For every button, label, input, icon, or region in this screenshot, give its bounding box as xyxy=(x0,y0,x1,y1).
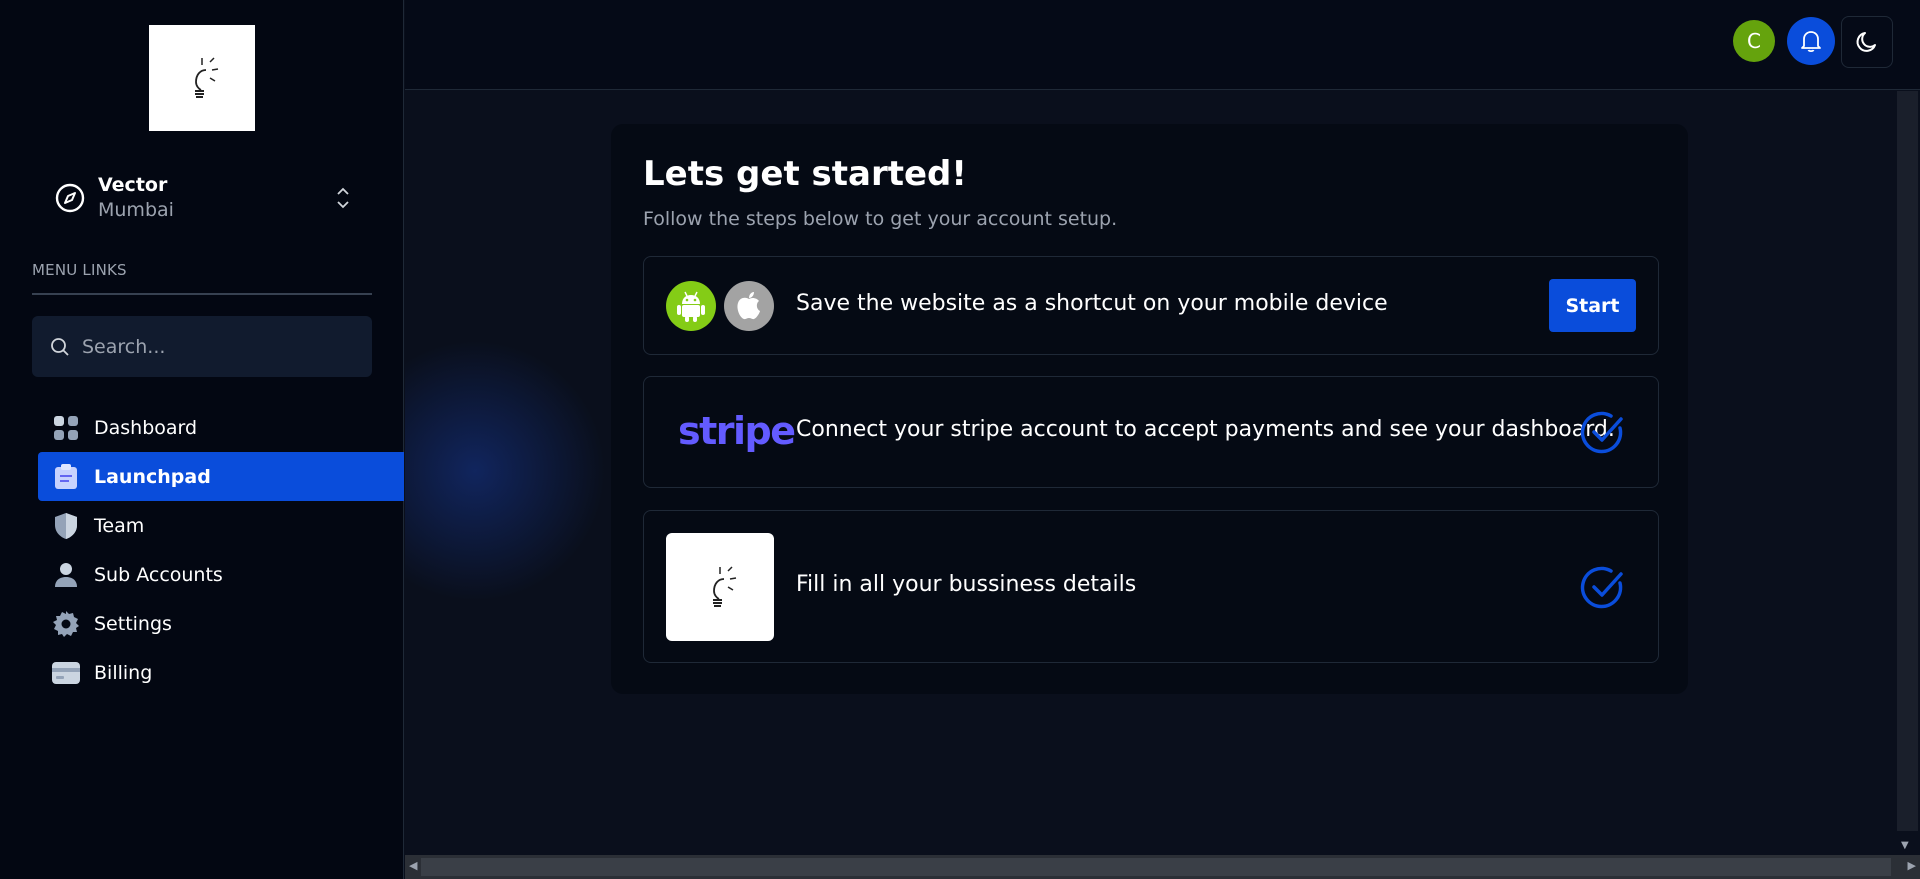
notifications-button[interactable] xyxy=(1787,17,1835,65)
menu-section-title: MENU LINKS xyxy=(32,261,127,279)
clipboard-icon xyxy=(52,463,80,491)
check-circle-icon xyxy=(1580,411,1623,454)
sidebar-item-team[interactable]: Team xyxy=(38,501,404,550)
main-content: Lets get started! Follow the steps below… xyxy=(405,91,1895,855)
sidebar-item-sub-accounts[interactable]: Sub Accounts xyxy=(38,550,404,599)
step-business-details: Fill in all your bussiness details xyxy=(643,510,1659,663)
sidebar-item-settings[interactable]: Settings xyxy=(38,599,404,648)
scroll-down-arrow-icon[interactable]: ▼ xyxy=(1901,840,1909,851)
page-title: Lets get started! xyxy=(643,154,967,194)
page-subtitle: Follow the steps below to get your accou… xyxy=(643,208,1118,230)
compass-icon xyxy=(55,183,85,213)
sidebar-item-label: Sub Accounts xyxy=(94,563,223,586)
step-stripe-connect: stripe Connect your stripe account to ac… xyxy=(643,376,1659,488)
step-label: Fill in all your bussiness details xyxy=(796,572,1137,597)
user-avatar[interactable]: C xyxy=(1733,20,1775,62)
horizontal-scrollbar[interactable]: ◀ ▶ xyxy=(405,855,1920,879)
dashboard-icon xyxy=(52,414,80,442)
sidebar-item-label: Dashboard xyxy=(94,416,198,439)
moon-icon xyxy=(1856,32,1876,52)
lightbulb-icon xyxy=(713,566,737,607)
apple-icon xyxy=(724,281,774,331)
company-logo xyxy=(666,533,774,641)
start-button[interactable]: Start xyxy=(1549,279,1636,332)
sidebar-item-label: Team xyxy=(94,514,145,537)
sidebar-item-launchpad[interactable]: Launchpad xyxy=(38,452,404,501)
check-circle-icon xyxy=(1580,566,1623,609)
person-icon xyxy=(52,561,80,589)
step-label: Save the website as a shortcut on your m… xyxy=(796,291,1388,316)
scroll-right-arrow-icon[interactable]: ▶ xyxy=(1908,859,1916,872)
shield-icon xyxy=(52,512,80,540)
chevron-up-down-icon xyxy=(337,187,349,209)
search-input[interactable] xyxy=(82,335,342,358)
sidebar: Vector Mumbai MENU LINKS Dash xyxy=(0,0,404,879)
theme-toggle-button[interactable] xyxy=(1841,16,1893,68)
step-label: Connect your stripe account to accept pa… xyxy=(796,417,1615,442)
scroll-left-arrow-icon[interactable]: ◀ xyxy=(409,859,417,872)
search-icon xyxy=(51,337,69,356)
account-name: Vector xyxy=(98,174,168,196)
menu-divider xyxy=(32,293,372,295)
horizontal-scroll-thumb[interactable] xyxy=(421,858,1891,876)
account-switcher[interactable]: Vector Mumbai xyxy=(54,170,354,226)
lightbulb-icon xyxy=(195,57,219,98)
bell-icon xyxy=(1801,31,1821,53)
step-mobile-shortcut: Save the website as a shortcut on your m… xyxy=(643,256,1659,355)
company-logo[interactable] xyxy=(149,25,255,131)
stripe-logo: stripe xyxy=(678,409,796,453)
sidebar-item-billing[interactable]: Billing xyxy=(38,648,404,697)
account-location: Mumbai xyxy=(98,199,174,221)
vertical-scrollbar[interactable]: ▼ xyxy=(1895,91,1920,855)
android-icon xyxy=(666,281,716,331)
gear-icon xyxy=(52,610,80,638)
sidebar-item-dashboard[interactable]: Dashboard xyxy=(38,403,404,452)
vertical-scroll-thumb[interactable] xyxy=(1897,91,1918,831)
sidebar-item-label: Settings xyxy=(94,612,172,635)
sidebar-item-label: Launchpad xyxy=(94,465,211,488)
top-bar: C xyxy=(405,0,1920,90)
search-box[interactable] xyxy=(32,316,372,377)
card-icon xyxy=(52,659,80,687)
sidebar-item-label: Billing xyxy=(94,661,153,684)
launchpad-card: Lets get started! Follow the steps below… xyxy=(611,124,1688,694)
sidebar-nav: Dashboard Launchpad Team Sub Accounts Se… xyxy=(38,403,404,697)
